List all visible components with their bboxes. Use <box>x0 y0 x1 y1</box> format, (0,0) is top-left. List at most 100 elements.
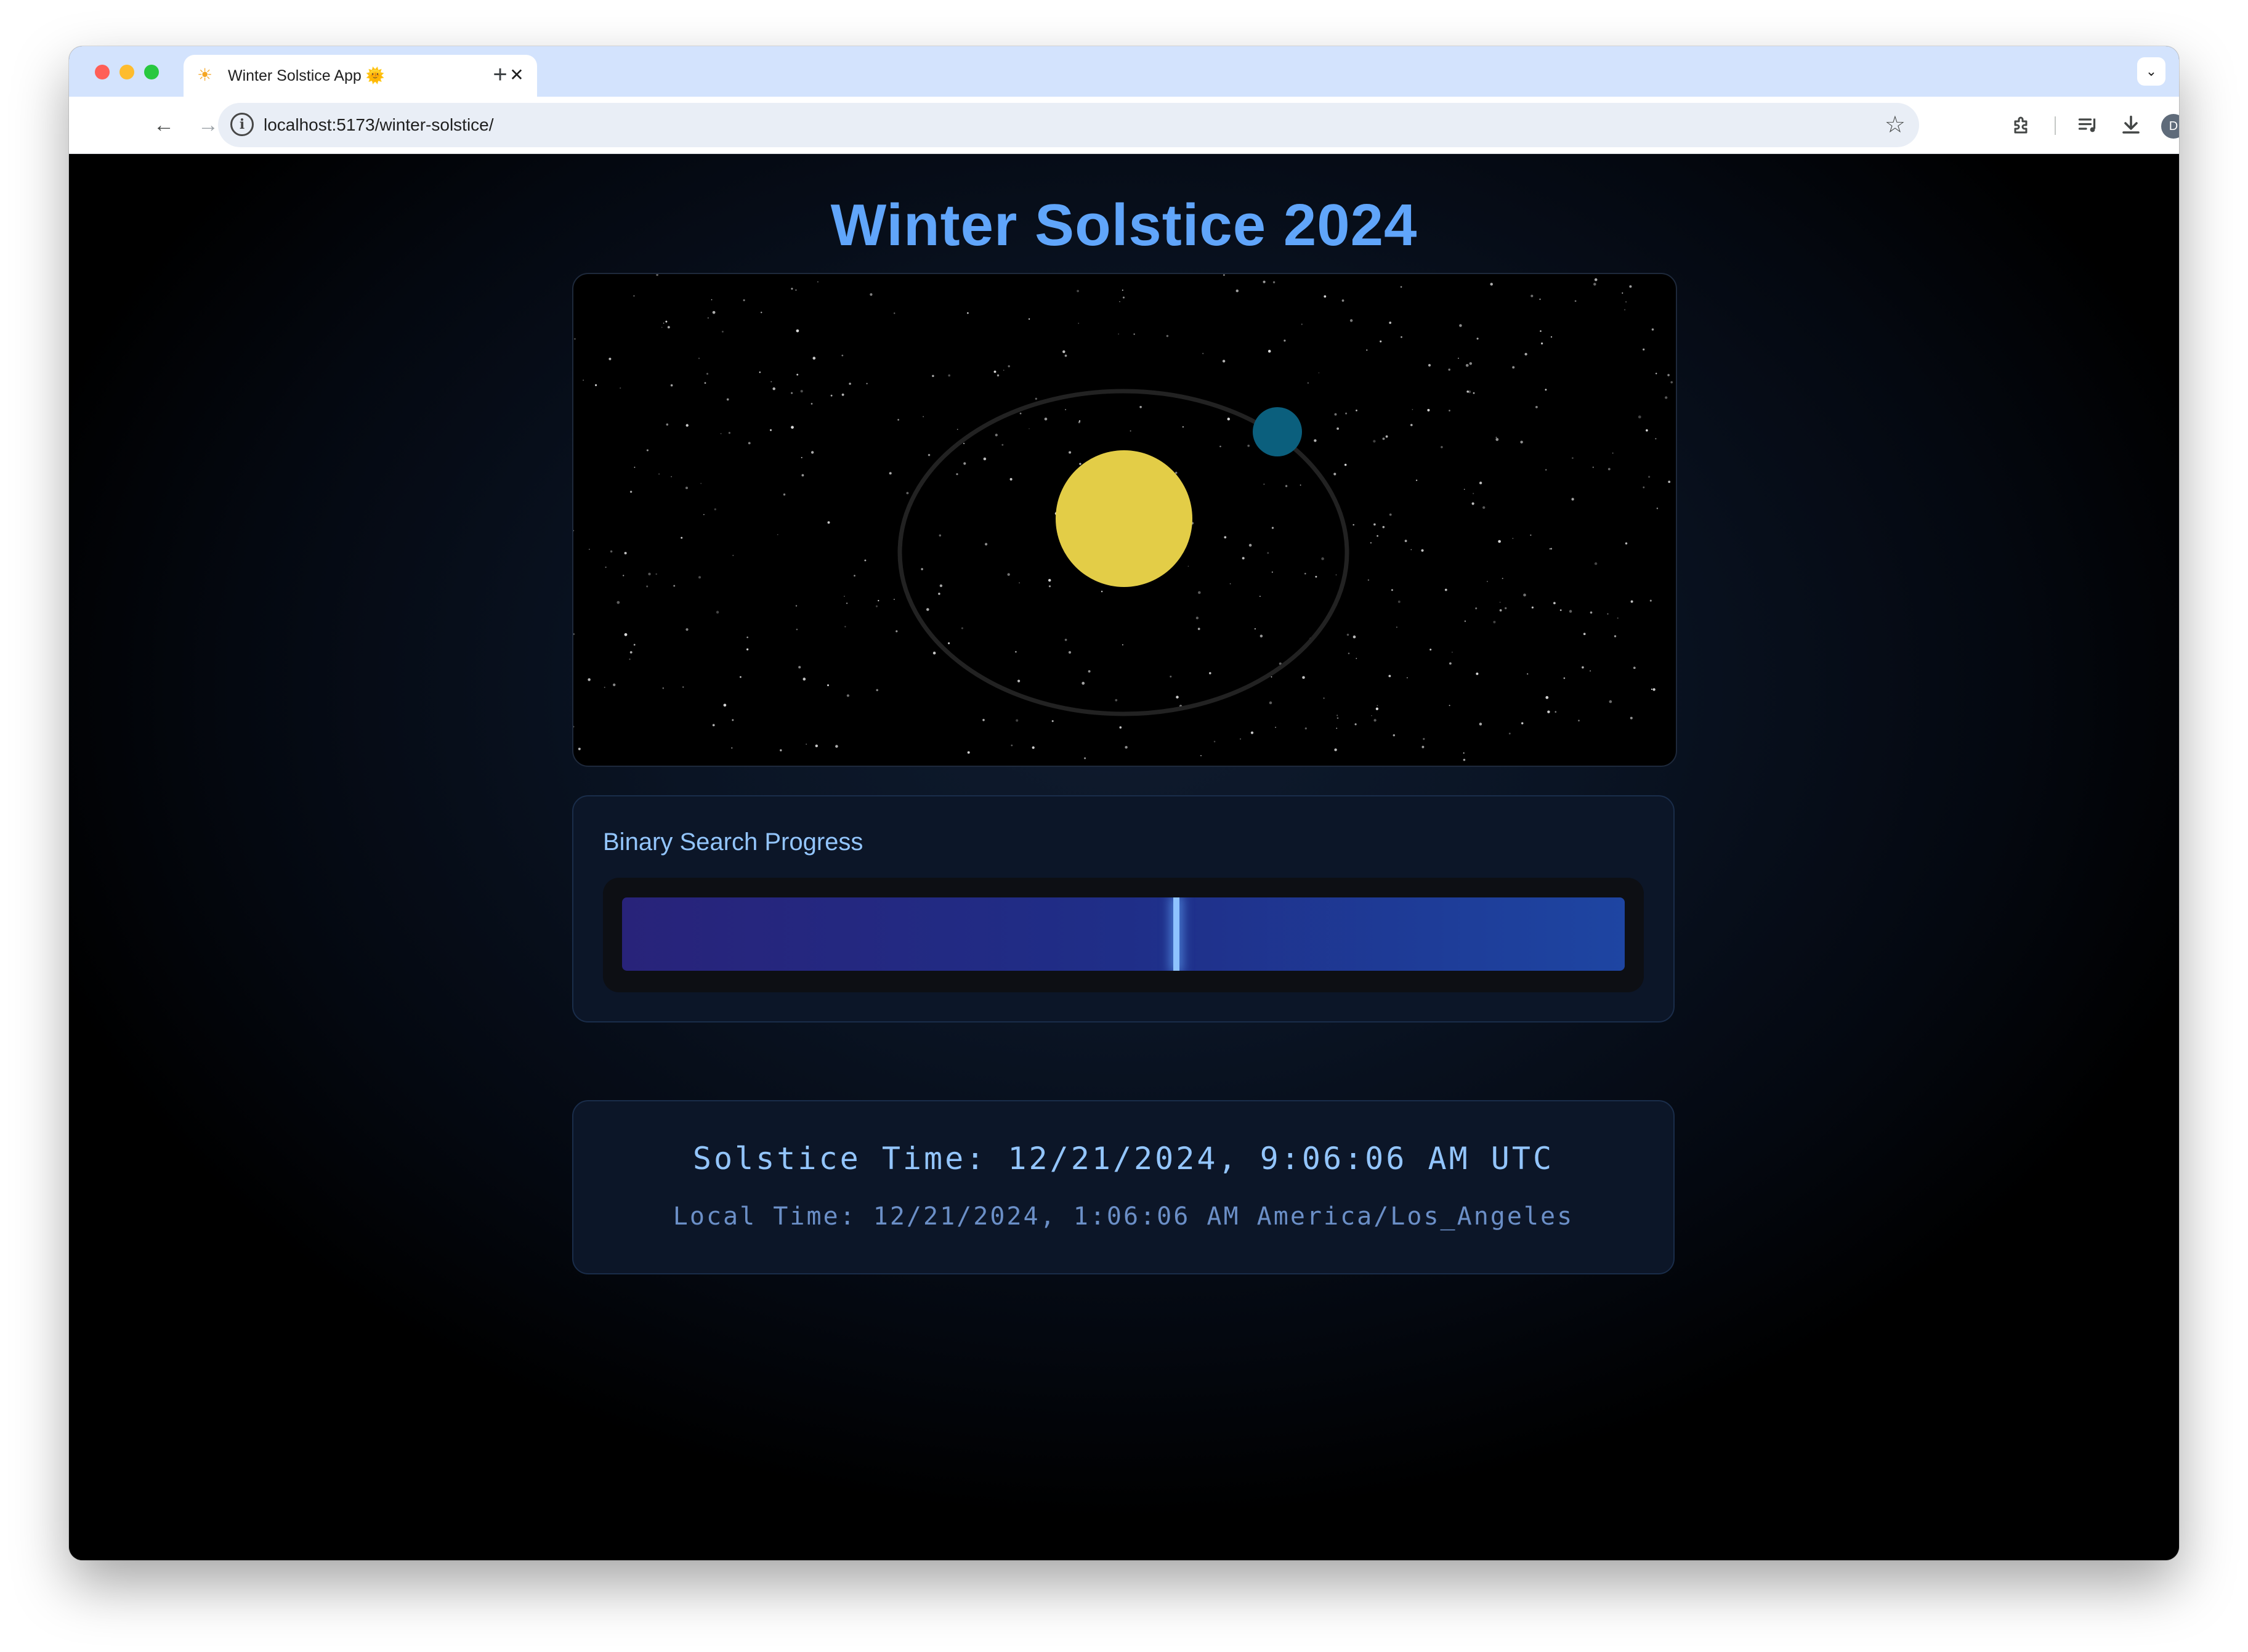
star <box>623 575 625 577</box>
url-text[interactable]: localhost:5173/winter-solstice/ <box>264 114 494 136</box>
star <box>1346 633 1349 636</box>
star <box>1271 527 1274 529</box>
star <box>1429 649 1432 651</box>
star <box>1235 289 1239 293</box>
star <box>1366 349 1368 351</box>
star <box>1048 585 1051 588</box>
star <box>889 472 892 475</box>
star <box>1032 746 1035 749</box>
star <box>956 473 958 476</box>
star <box>841 393 844 396</box>
star <box>1473 493 1474 495</box>
star <box>1209 672 1211 674</box>
avatar[interactable]: D <box>2161 114 2179 139</box>
star <box>685 628 689 631</box>
star <box>1187 565 1189 567</box>
media-controls-icon[interactable] <box>2072 109 2104 141</box>
star <box>1630 600 1633 603</box>
browser-window: ☀ Winter Solstice App 🌞 ✕ + ⌄ ← → ↻ i lo… <box>69 46 2179 1560</box>
solstice-local-time: Local Time: 12/21/2024, 1:06:06 AM Ameri… <box>673 1202 1574 1231</box>
star <box>1250 731 1254 734</box>
star <box>932 651 936 655</box>
extensions-icon[interactable] <box>2007 109 2039 141</box>
star <box>1469 362 1473 365</box>
star <box>921 568 923 570</box>
star <box>608 357 612 360</box>
star <box>1479 481 1482 485</box>
star <box>1341 299 1344 302</box>
star <box>1423 738 1425 740</box>
back-arrow-icon[interactable]: ← <box>148 109 180 141</box>
star <box>1263 483 1265 485</box>
star <box>1195 617 1199 620</box>
star <box>712 310 716 314</box>
star <box>1122 296 1125 299</box>
star <box>967 312 969 314</box>
star <box>1382 525 1385 528</box>
star <box>1285 485 1288 487</box>
download-icon[interactable] <box>2115 109 2147 141</box>
star <box>1535 406 1538 408</box>
star <box>1524 352 1527 356</box>
star <box>759 371 761 373</box>
star <box>948 642 950 644</box>
star <box>791 426 794 429</box>
star <box>1508 732 1511 735</box>
tab-search-icon[interactable]: ⌄ <box>2137 57 2165 86</box>
star <box>1449 662 1452 665</box>
window-close-button[interactable] <box>95 65 110 79</box>
sun-favicon-icon: ☀ <box>197 65 213 84</box>
star <box>827 521 830 524</box>
address-bar[interactable]: i localhost:5173/winter-solstice/ ☆ <box>218 103 1919 147</box>
star <box>1068 651 1072 654</box>
star <box>1502 578 1503 580</box>
star <box>1607 468 1611 471</box>
star <box>1559 609 1562 611</box>
star <box>1643 486 1645 488</box>
star <box>864 559 867 562</box>
star <box>1222 360 1226 363</box>
star <box>827 684 829 686</box>
star <box>897 419 899 421</box>
star <box>928 453 931 456</box>
star <box>646 449 649 451</box>
star <box>670 384 673 387</box>
star <box>1486 581 1488 582</box>
star <box>1272 281 1276 283</box>
star <box>1572 457 1574 459</box>
star <box>1078 323 1080 324</box>
star <box>846 694 849 697</box>
star <box>633 295 635 297</box>
star <box>1540 330 1542 332</box>
star <box>1315 575 1317 578</box>
star <box>1015 650 1017 653</box>
star <box>796 628 798 631</box>
star <box>770 381 772 383</box>
new-tab-button[interactable]: + <box>480 55 520 94</box>
star <box>1410 549 1412 551</box>
star <box>1248 543 1252 547</box>
star <box>1415 479 1418 481</box>
star <box>796 373 799 376</box>
star <box>1665 396 1668 399</box>
star <box>1493 620 1496 623</box>
star <box>923 416 924 418</box>
star <box>633 644 636 646</box>
star <box>1578 719 1580 722</box>
window-minimize-button[interactable] <box>119 65 134 79</box>
star <box>624 633 628 636</box>
star <box>1667 374 1670 376</box>
star <box>613 683 616 686</box>
site-info-icon[interactable]: i <box>230 113 254 136</box>
star <box>1449 410 1450 411</box>
window-maximize-button[interactable] <box>144 65 159 79</box>
star <box>985 543 988 546</box>
star <box>700 482 702 484</box>
star <box>1396 626 1397 628</box>
star <box>1476 672 1479 675</box>
star <box>681 536 683 539</box>
star <box>1594 278 1598 281</box>
bookmark-star-icon[interactable]: ☆ <box>1885 111 1906 139</box>
star <box>1475 607 1478 610</box>
star <box>1521 722 1524 724</box>
